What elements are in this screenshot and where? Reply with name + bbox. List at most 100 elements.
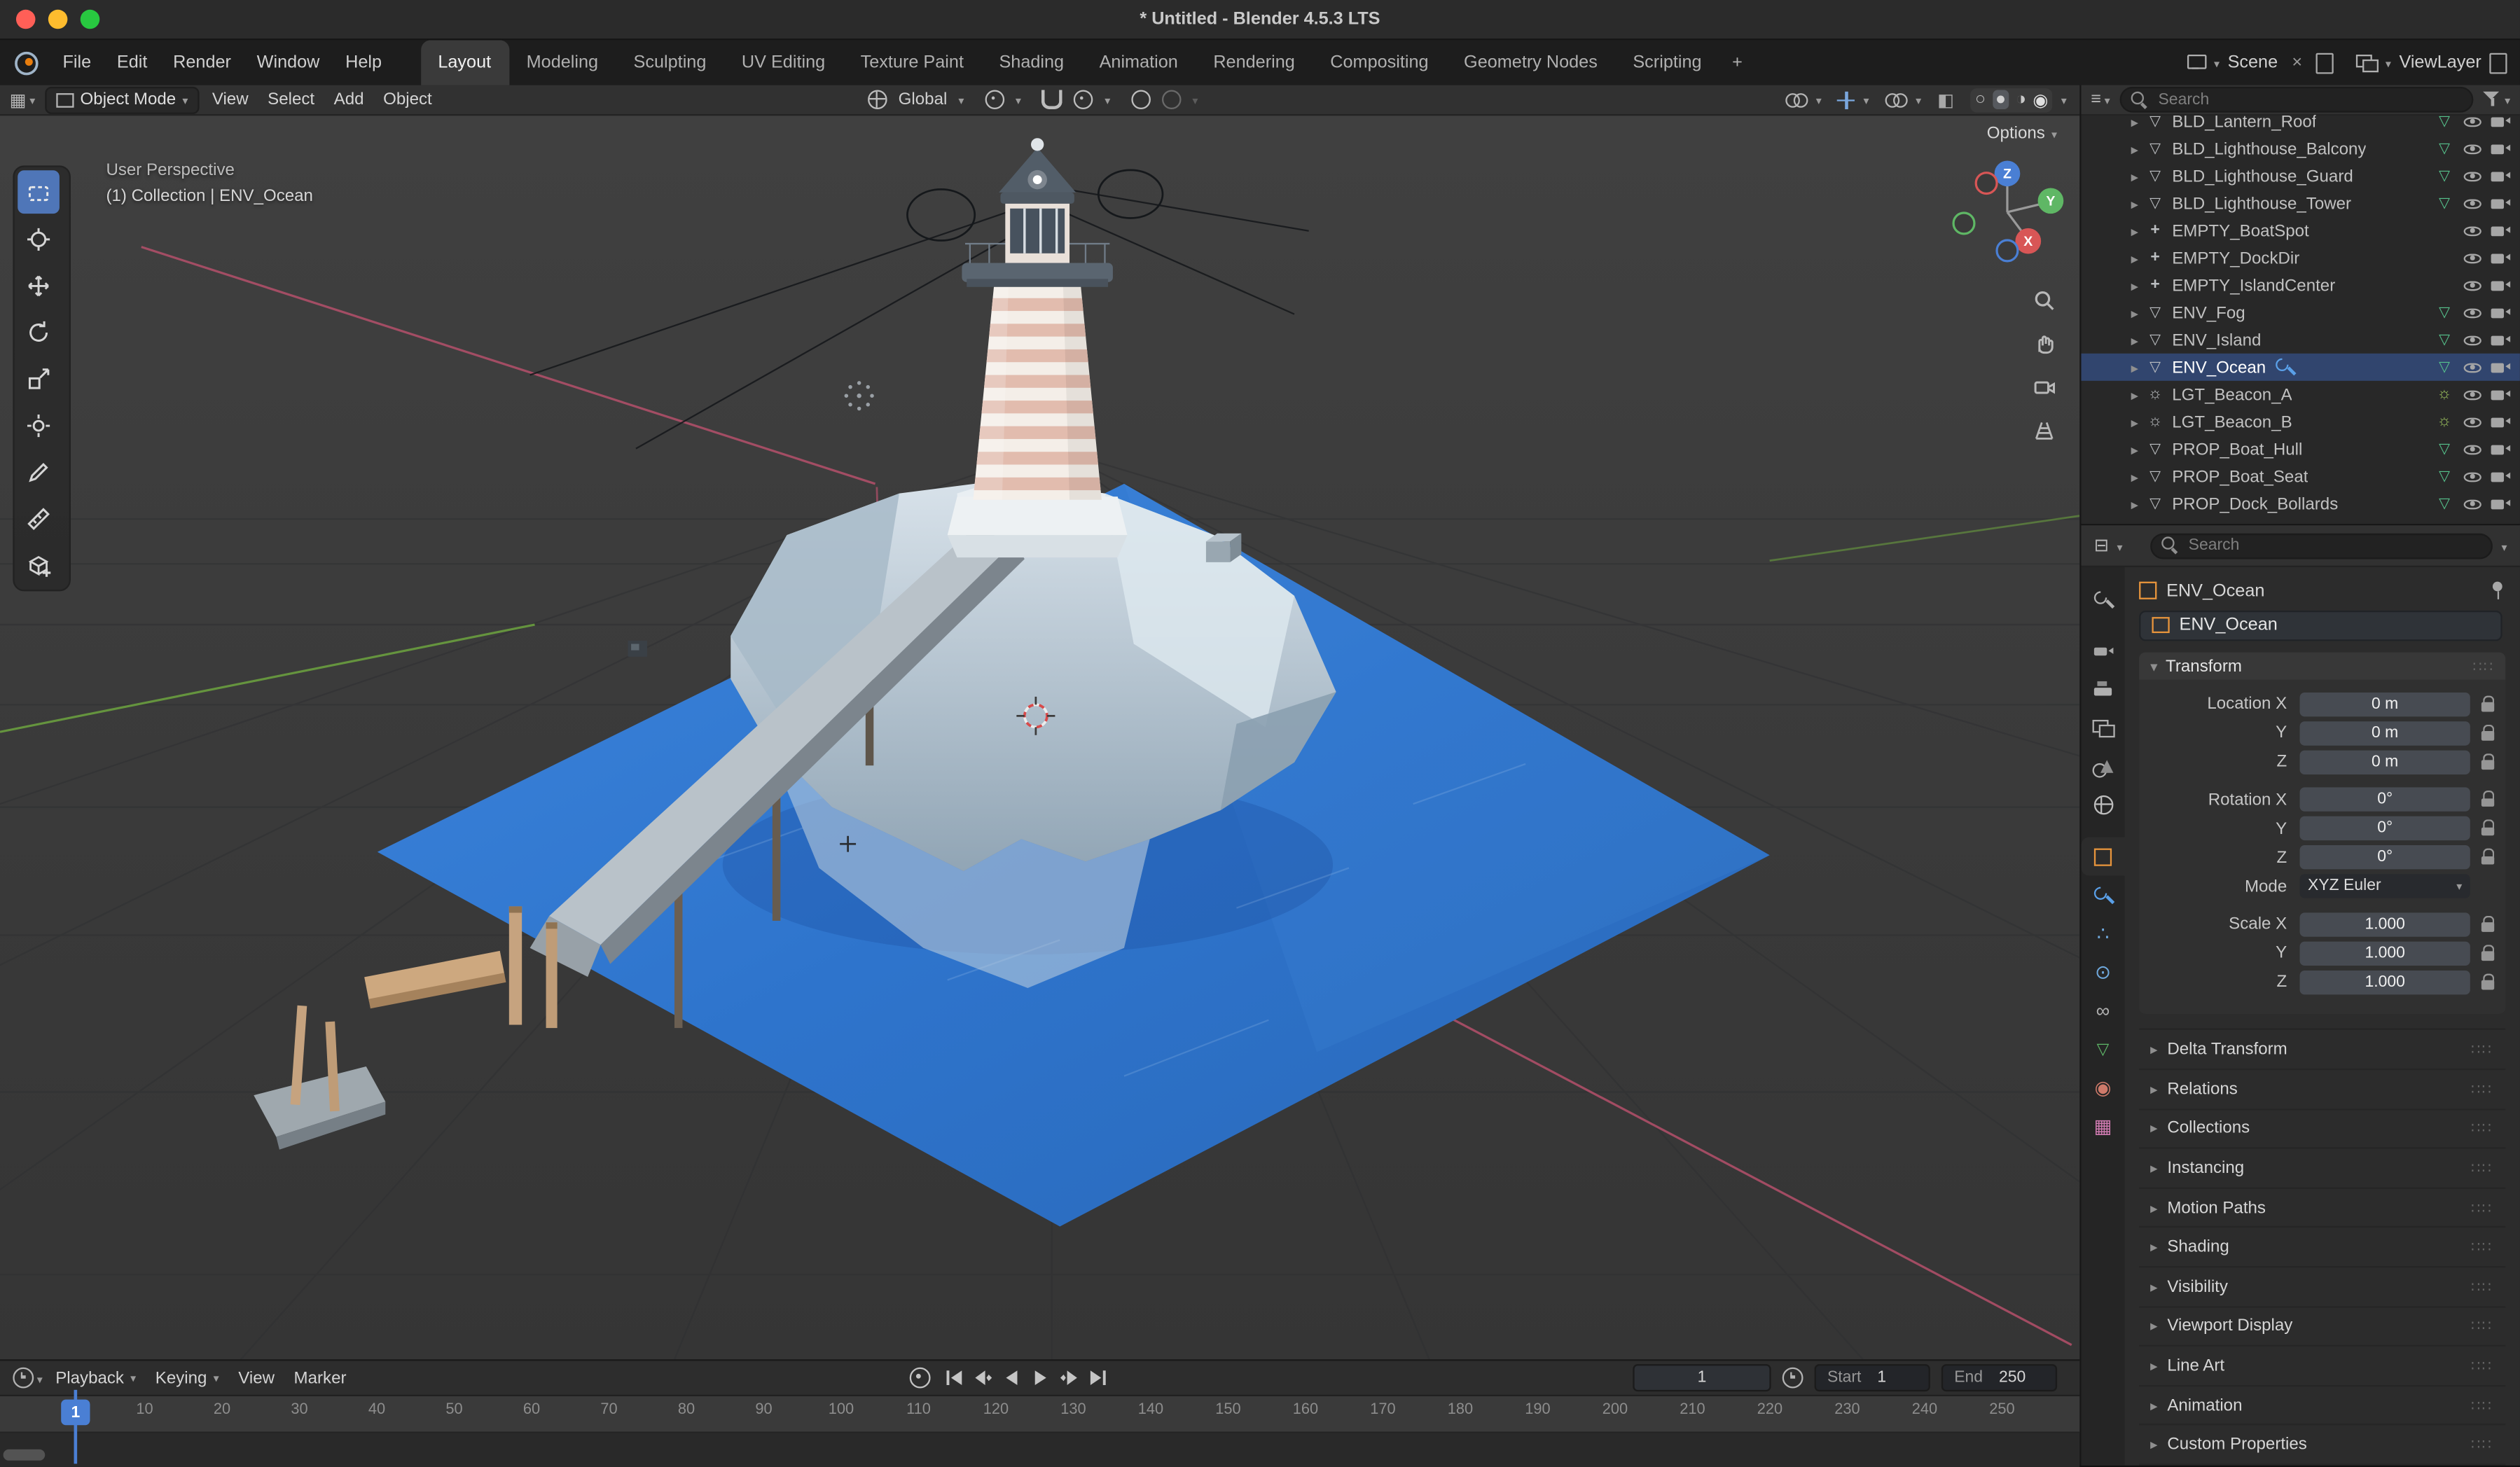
proportional-falloff-icon[interactable]: [1162, 90, 1182, 109]
object-name[interactable]: PROP_Boat_Hull: [2172, 440, 2302, 459]
viewport-menu-item[interactable]: Add: [324, 90, 373, 109]
timeline-editor-icon[interactable]: [13, 1368, 34, 1389]
scene-browse-caret-icon[interactable]: [2214, 53, 2220, 73]
collapsed-panel-header[interactable]: Delta Transform: [2139, 1031, 2505, 1070]
tab-scene[interactable]: [2082, 747, 2125, 786]
object-name[interactable]: LGT_Beacon_B: [2172, 412, 2292, 432]
tool-add-cube[interactable]: [18, 543, 60, 587]
shading-rendered-icon[interactable]: [2033, 89, 2048, 110]
lock-icon[interactable]: [2480, 915, 2496, 933]
playhead[interactable]: 1: [61, 1400, 90, 1426]
properties-options-caret-icon[interactable]: [2502, 536, 2507, 555]
lock-icon[interactable]: [2480, 849, 2496, 866]
transform-panel-header[interactable]: Transform: [2139, 652, 2505, 681]
expand-icon[interactable]: [2150, 1396, 2157, 1415]
jump-to-start-button[interactable]: [940, 1365, 967, 1389]
prev-keyframe-button[interactable]: [969, 1365, 997, 1389]
timeline-menu-item[interactable]: Playback: [46, 1368, 146, 1388]
expand-arrow-icon[interactable]: [2131, 193, 2138, 213]
collapsed-panel-header[interactable]: Line Art: [2139, 1347, 2505, 1386]
outliner-row[interactable]: ENV_Ocean: [2082, 354, 2520, 381]
end-frame-field[interactable]: End250: [1941, 1364, 2057, 1391]
viewport-menu-item[interactable]: View: [202, 90, 258, 109]
outliner-row[interactable]: ENV_Island: [2082, 326, 2520, 354]
lock-icon[interactable]: [2480, 973, 2496, 991]
object-name[interactable]: BLD_Lighthouse_Guard: [2172, 166, 2353, 186]
object-name[interactable]: EMPTY_BoatSpot: [2172, 221, 2309, 241]
timeline-ruler[interactable]: 1020304050607080901001101201301401501601…: [0, 1396, 2079, 1433]
tab-modifiers[interactable]: [2082, 876, 2125, 915]
lock-icon[interactable]: [2480, 945, 2496, 962]
viewport-canvas[interactable]: [0, 116, 2079, 1359]
tool-annotate[interactable]: [18, 450, 60, 493]
tool-cursor[interactable]: [18, 217, 60, 260]
value-field[interactable]: 0 m: [2300, 750, 2470, 774]
expand-arrow-icon[interactable]: [2131, 494, 2138, 514]
value-field[interactable]: 1.000: [2300, 912, 2470, 936]
collapsed-panel-header[interactable]: Motion Paths: [2139, 1189, 2505, 1228]
navigation-gizmo[interactable]: Z Y X: [1941, 151, 2070, 273]
object-name[interactable]: BLD_Lighthouse_Balcony: [2172, 139, 2366, 158]
viewport-menu-item[interactable]: Select: [258, 90, 324, 109]
tab-texture[interactable]: ▦: [2082, 1107, 2125, 1146]
workspace-tab[interactable]: Rendering: [1196, 40, 1313, 85]
properties-search-input[interactable]: [2185, 535, 2482, 556]
orientation-caret-icon[interactable]: [958, 90, 964, 109]
expand-icon[interactable]: [2150, 1435, 2157, 1455]
outliner-editor-caret-icon[interactable]: [2105, 90, 2110, 109]
view-layer-selector[interactable]: ViewLayer: [2357, 53, 2507, 74]
blender-logo-icon[interactable]: [13, 49, 40, 76]
hide-in-viewport-toggle[interactable]: [2462, 331, 2483, 350]
snap-target-icon[interactable]: [1074, 90, 1094, 109]
expand-arrow-icon[interactable]: [2131, 412, 2138, 432]
expand-icon[interactable]: [2150, 1040, 2157, 1059]
add-workspace-button[interactable]: +: [1719, 53, 1755, 73]
object-name[interactable]: ENV_Island: [2172, 331, 2261, 350]
tool-transform[interactable]: [18, 403, 60, 447]
shading-solid-icon[interactable]: [1992, 90, 2009, 109]
unlink-scene-icon[interactable]: ×: [2286, 51, 2308, 74]
disable-in-render-toggle[interactable]: [2489, 166, 2510, 186]
expand-arrow-icon[interactable]: [2131, 111, 2138, 131]
disable-in-render-toggle[interactable]: [2489, 139, 2510, 158]
value-field[interactable]: 0°: [2300, 788, 2470, 812]
axis-empty-marker[interactable]: [628, 641, 647, 657]
expand-arrow-icon[interactable]: [2131, 331, 2138, 350]
view-layer-browse-caret-icon[interactable]: [2386, 53, 2391, 73]
overlays-caret-icon[interactable]: [1916, 90, 1921, 109]
hide-in-viewport-toggle[interactable]: [2462, 221, 2483, 241]
expand-arrow-icon[interactable]: [2131, 276, 2138, 296]
object-name[interactable]: EMPTY_IslandCenter: [2172, 276, 2335, 296]
workspace-tab[interactable]: Modeling: [508, 40, 616, 85]
expand-arrow-icon[interactable]: [2131, 249, 2138, 268]
outliner-row[interactable]: LGT_Beacon_A: [2082, 381, 2520, 408]
timeline-scrollbar[interactable]: [4, 1449, 46, 1461]
expand-icon[interactable]: [2150, 1119, 2157, 1139]
hide-in-viewport-toggle[interactable]: [2462, 276, 2483, 296]
object-type-visibility-icon[interactable]: [1785, 91, 1808, 109]
outliner-row[interactable]: BLD_Lighthouse_Tower: [2082, 190, 2520, 217]
hide-in-viewport-toggle[interactable]: [2462, 412, 2483, 432]
tab-view-layer[interactable]: [2082, 709, 2125, 747]
disable-in-render-toggle[interactable]: [2489, 358, 2510, 377]
disable-in-render-toggle[interactable]: [2489, 331, 2510, 350]
disable-in-render-toggle[interactable]: [2489, 467, 2510, 487]
timeline-menu-item[interactable]: Keying: [146, 1368, 228, 1388]
shading-wireframe-icon[interactable]: [1975, 90, 1986, 109]
object-name[interactable]: EMPTY_DockDir: [2172, 249, 2299, 268]
new-view-layer-icon[interactable]: [2489, 53, 2507, 74]
breadcrumb-object-name[interactable]: ENV_Ocean: [2166, 581, 2264, 601]
outliner-editor-icon[interactable]: [2091, 90, 2101, 109]
hide-in-viewport-toggle[interactable]: [2462, 467, 2483, 487]
tab-world[interactable]: [2082, 786, 2125, 824]
outliner-row[interactable]: BLD_Lighthouse_Balcony: [2082, 135, 2520, 162]
collapsed-panel-header[interactable]: Viewport Display: [2139, 1307, 2505, 1347]
tab-particles[interactable]: ∴: [2082, 915, 2125, 953]
timeline-editor-caret-icon[interactable]: [37, 1368, 43, 1388]
disable-in-render-toggle[interactable]: [2489, 221, 2510, 241]
workspace-tab[interactable]: Animation: [1081, 40, 1196, 85]
tab-tool[interactable]: [2082, 580, 2125, 618]
preview-range-icon[interactable]: [1782, 1368, 1804, 1389]
hide-in-viewport-toggle[interactable]: [2462, 249, 2483, 268]
collapsed-panel-header[interactable]: Relations: [2139, 1070, 2505, 1109]
